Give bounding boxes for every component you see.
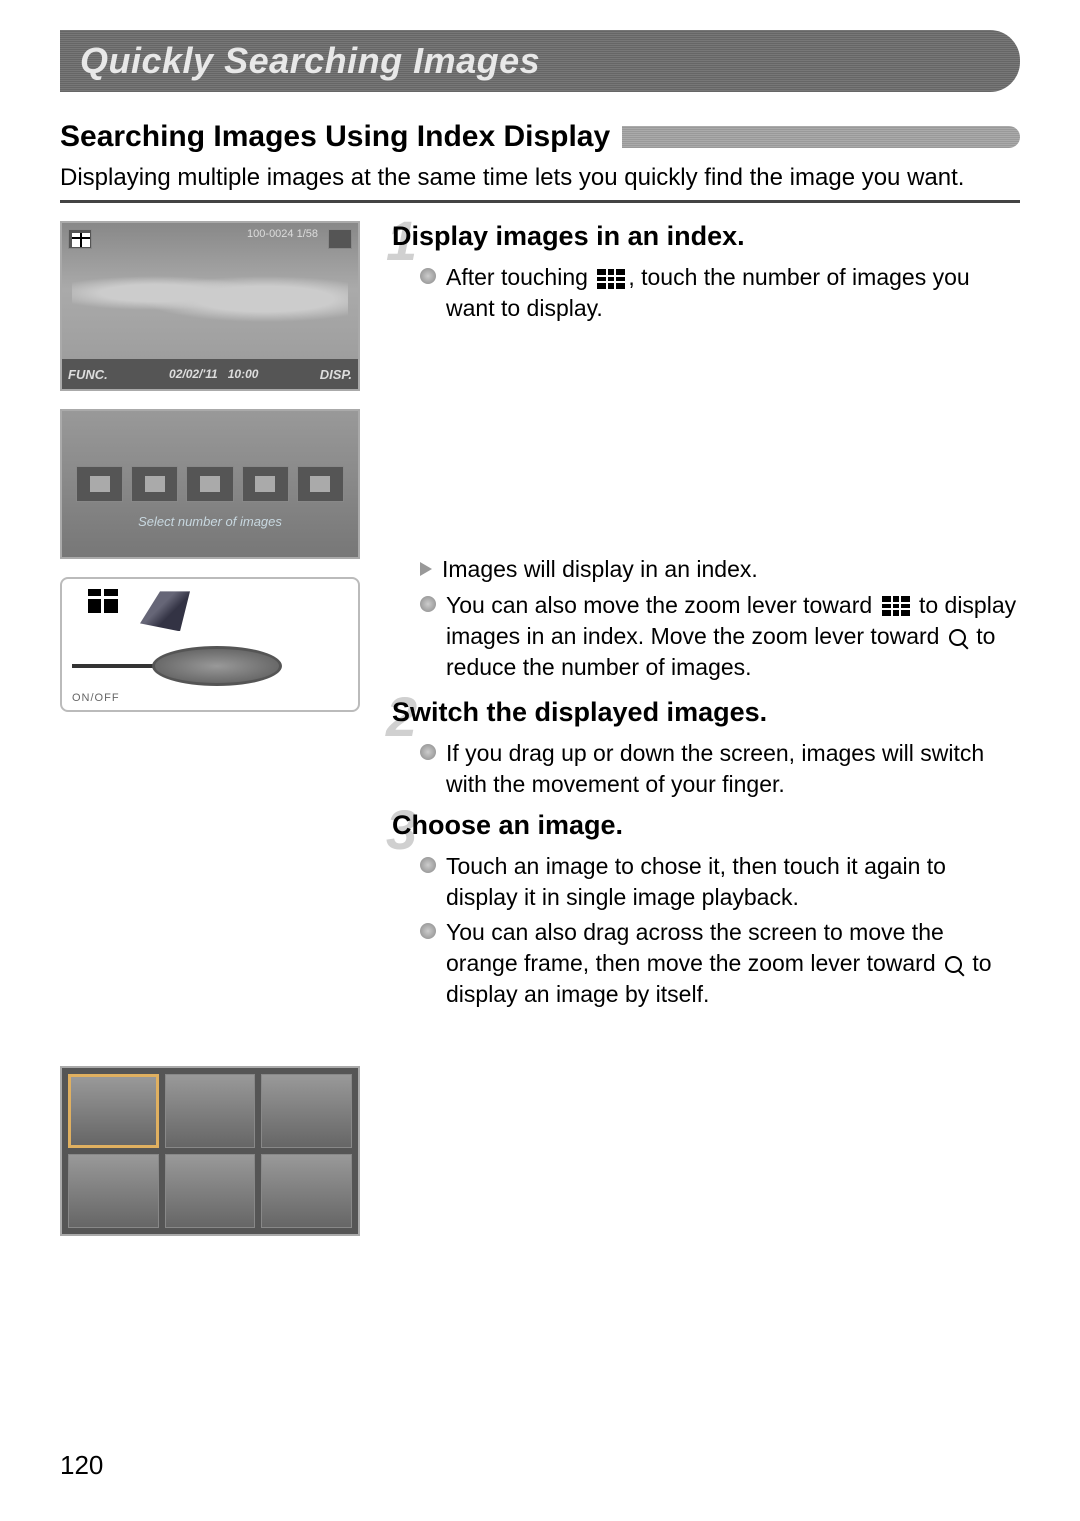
index-grid-icon	[882, 596, 910, 616]
bullet-icon	[420, 857, 436, 873]
section-heading-row: Searching Images Using Index Display	[60, 120, 1020, 154]
index-icon	[88, 589, 118, 613]
grid-option-2	[131, 466, 178, 502]
bullet-item: If you drag up or down the screen, image…	[420, 738, 1020, 800]
time-label: 10:00	[228, 367, 259, 381]
grid-option-3	[186, 466, 233, 502]
bullet-icon	[420, 744, 436, 760]
bullet-item: Images will display in an index.	[420, 554, 1020, 585]
bullet-icon	[420, 596, 436, 612]
overlay-icon	[328, 229, 352, 249]
left-column: 100-0024 1/58 FUNC. 02/02/'11 10:00 DISP…	[60, 221, 360, 1236]
intro-paragraph: Displaying multiple images at the same t…	[60, 162, 1020, 194]
func-label: FUNC.	[68, 367, 108, 382]
bullet-icon	[420, 268, 436, 284]
bullet-icon	[420, 923, 436, 939]
grid-option-5	[297, 466, 344, 502]
diagram-zoom-lever: ON/OFF	[60, 577, 360, 712]
page-title-bar: Quickly Searching Images	[60, 30, 1020, 92]
step-title: Display images in an index.	[392, 221, 1020, 252]
step-1-continued: Images will display in an index. You can…	[392, 554, 1020, 682]
arrow-bullet-icon	[420, 562, 432, 576]
step-2: 2 Switch the displayed images. If you dr…	[392, 697, 1020, 800]
step-title: Choose an image.	[392, 810, 1020, 841]
onoff-label: ON/OFF	[72, 692, 120, 704]
index-thumbnail	[261, 1074, 352, 1148]
section-heading-decor	[622, 126, 1020, 148]
index-grid-icon	[597, 269, 625, 289]
screenshot-select-number: Select number of images	[60, 409, 360, 559]
image-counter: 100-0024 1/58	[247, 229, 318, 240]
step-3: 3 Choose an image. Touch an image to cho…	[392, 810, 1020, 1010]
bullet-item: You can also move the zoom lever toward …	[420, 590, 1020, 683]
step-title: Switch the displayed images.	[392, 697, 1020, 728]
index-thumbnail-selected	[68, 1074, 159, 1148]
magnify-icon	[949, 629, 967, 647]
page-title: Quickly Searching Images	[80, 40, 1000, 82]
content-grid: 100-0024 1/58 FUNC. 02/02/'11 10:00 DISP…	[60, 221, 1020, 1236]
step-1: 1 Display images in an index. After touc…	[392, 221, 1020, 324]
bullet-item: You can also drag across the screen to m…	[420, 917, 1020, 1010]
divider	[60, 200, 1020, 203]
index-thumbnail	[165, 1074, 256, 1148]
bullet-item: After touching , touch the number of ima…	[420, 262, 1020, 324]
section-heading: Searching Images Using Index Display	[60, 120, 610, 154]
index-thumbnail	[165, 1154, 256, 1228]
zoom-lever-icon	[152, 646, 282, 686]
date-label: 02/02/'11	[169, 367, 218, 381]
disp-label: DISP.	[320, 367, 352, 382]
screenshot-index-grid: 1/58	[60, 1066, 360, 1236]
grid-option-4	[242, 466, 289, 502]
steps-column: 1 Display images in an index. After touc…	[392, 221, 1020, 1236]
arrow-icon	[140, 591, 190, 631]
index-thumbnail	[68, 1154, 159, 1228]
screenshot-single-playback: 100-0024 1/58 FUNC. 02/02/'11 10:00 DISP…	[60, 221, 360, 391]
magnify-icon	[945, 956, 963, 974]
index-icon	[68, 229, 92, 249]
select-number-label: Select number of images	[62, 514, 358, 529]
index-thumbnail	[261, 1154, 352, 1228]
grid-option-1	[76, 466, 123, 502]
bullet-item: Touch an image to chose it, then touch i…	[420, 851, 1020, 913]
page-number: 120	[60, 1450, 103, 1481]
